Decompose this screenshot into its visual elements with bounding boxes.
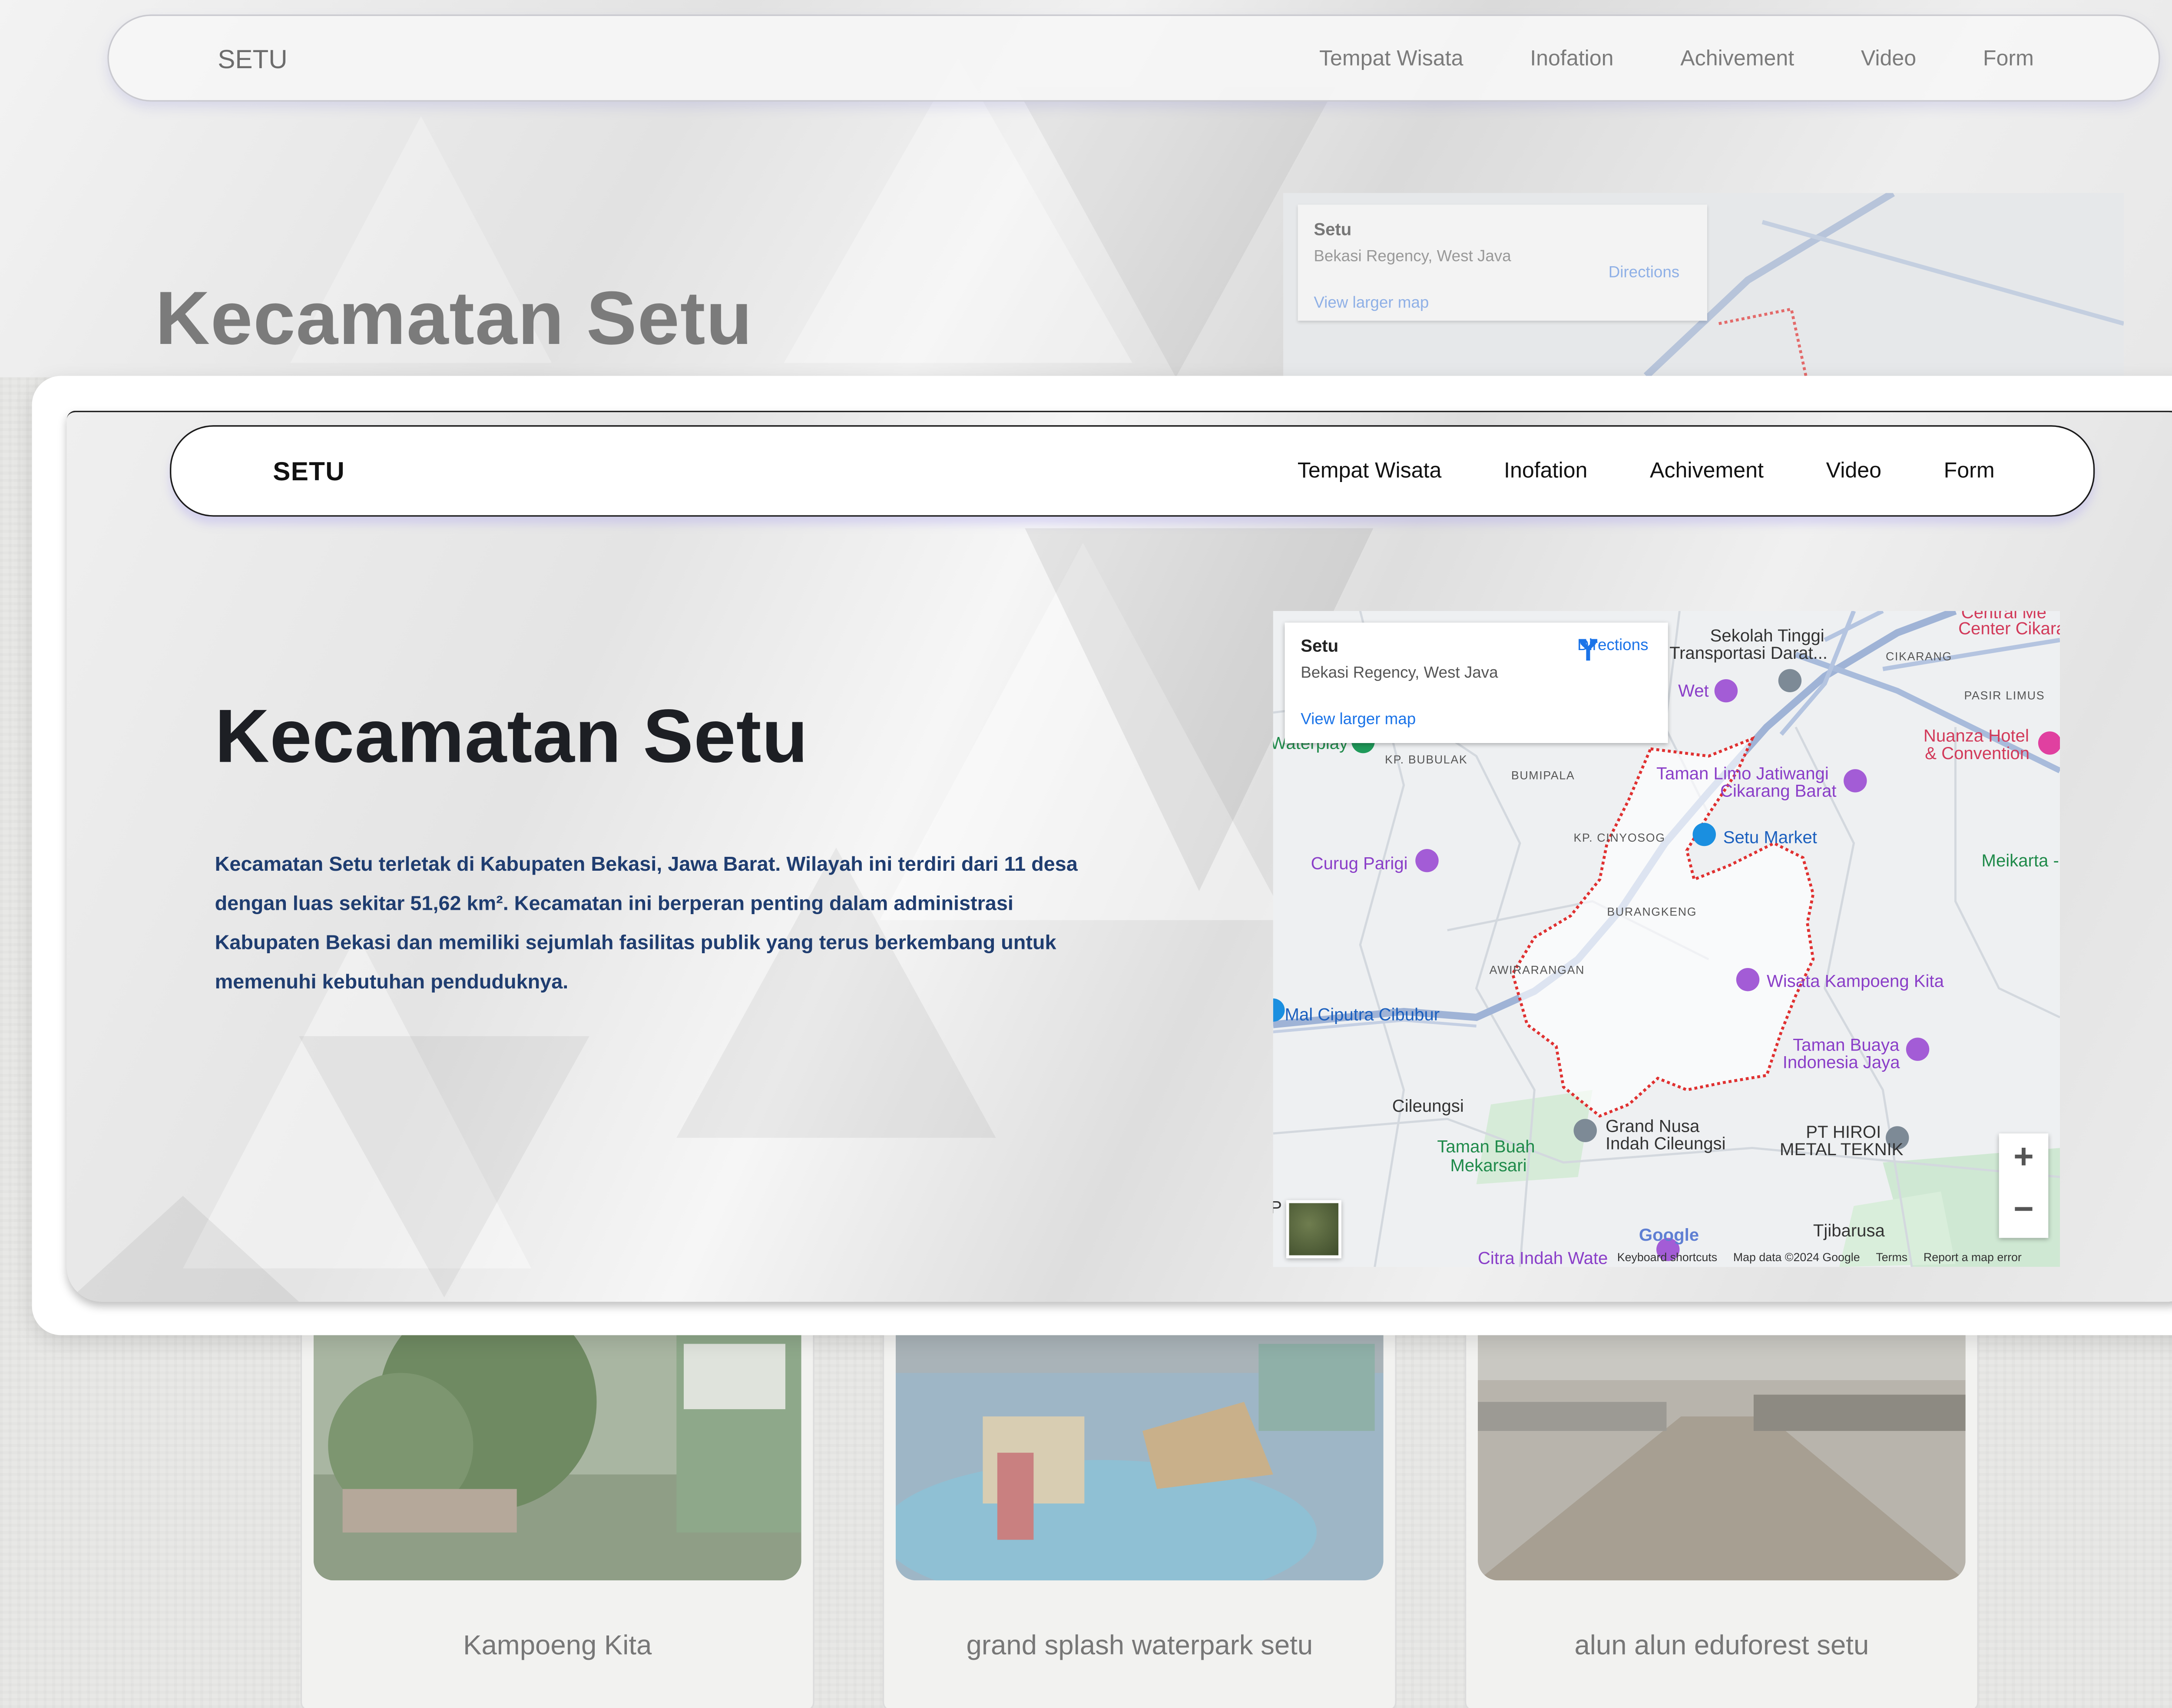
background-nav-achivement: Achivement: [1680, 46, 1795, 71]
map-label: Tjibarusa: [1813, 1220, 1885, 1241]
map-label: Curug Parigi: [1311, 853, 1408, 874]
background-nav-links: Tempat Wisata Inofation Achivement Video…: [1319, 46, 2034, 71]
card-grand-splash[interactable]: grand splash waterpark setu: [882, 1313, 1397, 1708]
map-label: Taman Buah: [1437, 1136, 1535, 1157]
page-description: Kecamatan Setu terletak di Kabupaten Bek…: [215, 852, 1078, 993]
card-caption: grand splash waterpark setu: [966, 1631, 1313, 1662]
background-map-larger-link: View larger map: [1314, 294, 1429, 312]
map-label: KP. BUBULAK: [1385, 753, 1468, 766]
terms-link[interactable]: Terms: [1876, 1251, 1907, 1264]
map-label: PASIR LIMUS: [1964, 689, 2045, 703]
zoom-out-button[interactable]: −: [1999, 1186, 2049, 1238]
map-label: Citra Indah Wate: [1477, 1248, 1608, 1267]
tourism-cards: Kampoeng Kita grand splash waterpark set…: [300, 1313, 1979, 1708]
card-caption: Kampoeng Kita: [463, 1631, 652, 1662]
nav-form[interactable]: Form: [1944, 459, 1995, 483]
map-label: BUMIPALA: [1511, 769, 1575, 783]
map-place-name: Setu: [1301, 635, 1339, 656]
map-label: Mekarsari: [1450, 1155, 1527, 1176]
map-label: Setu Market: [1723, 827, 1817, 848]
background-nav-inofation: Inofation: [1530, 46, 1614, 71]
background-nav-form: Form: [1983, 46, 2034, 71]
map-zoom-controls: + −: [1999, 1133, 2049, 1238]
card-kampoeng-kita[interactable]: Kampoeng Kita: [300, 1313, 814, 1708]
keyboard-shortcuts-link[interactable]: Keyboard shortcuts: [1617, 1251, 1717, 1264]
map-label: Mal Ciputra Cibubur: [1285, 1004, 1440, 1025]
site-logo[interactable]: SETU: [273, 457, 345, 488]
map-place-address: Bekasi Regency, West Java: [1301, 664, 1498, 682]
kampoeng-kita-photo: [313, 1315, 801, 1581]
background-map: Setu Bekasi Regency, West Java View larg…: [1283, 193, 2124, 376]
background-nav-tempat-wisata: Tempat Wisata: [1319, 46, 1463, 71]
card-alun-alun[interactable]: alun alun eduforest setu: [1464, 1313, 1979, 1708]
map-label: Transportasi Darat...: [1669, 643, 1828, 664]
map-label: AWIRARANGAN: [1489, 963, 1585, 977]
map-label: BURANGKENG: [1607, 905, 1697, 919]
background-page-title: Kecamatan Setu: [155, 277, 753, 362]
nav-tempat-wisata[interactable]: Tempat Wisata: [1298, 459, 1442, 483]
nav-achivement[interactable]: Achivement: [1650, 459, 1764, 483]
card-caption: alun alun eduforest setu: [1574, 1631, 1869, 1662]
map-info-card: Setu Bekasi Regency, West Java View larg…: [1285, 622, 1668, 743]
directions-icon: [1579, 639, 1597, 661]
map-label: CIKARANG: [1885, 650, 1953, 664]
map-label: Center Cikara: [1958, 618, 2060, 639]
map-label: METAL TEKNIK: [1780, 1139, 1904, 1160]
background-logo: SETU: [218, 45, 288, 74]
grand-splash-photo: [895, 1315, 1384, 1581]
map-label: & Convention: [1925, 743, 2030, 763]
nav-links: Tempat Wisata Inofation Achivement Video…: [1298, 459, 1995, 483]
view-larger-map-link[interactable]: View larger map: [1301, 711, 1416, 728]
background-nav-video: Video: [1861, 46, 1917, 71]
map-label: Wet: [1678, 681, 1709, 701]
google-logo: Google: [1639, 1225, 1699, 1245]
map-data-text: Map data ©2024 Google: [1733, 1251, 1860, 1264]
zoom-in-button[interactable]: +: [1999, 1133, 2049, 1186]
map-attribution: Keyboard shortcuts Map data ©2024 Google…: [1617, 1251, 2022, 1264]
navbar: SETU Tempat Wisata Inofation Achivement …: [169, 425, 2095, 517]
background-map-directions: Directions: [1608, 264, 1680, 282]
map-label: Meikarta -: [1981, 850, 2059, 871]
map-label: Indonesia Jaya: [1782, 1052, 1900, 1073]
report-error-link[interactable]: Report a map error: [1924, 1251, 2022, 1264]
nav-video[interactable]: Video: [1826, 459, 1881, 483]
map-label: Cikarang Barat: [1720, 780, 1837, 801]
map-label: P: [1273, 1197, 1282, 1218]
alun-alun-photo: [1477, 1315, 1966, 1581]
satellite-toggle[interactable]: [1286, 1200, 1341, 1259]
map-label: Wisata Kampoeng Kita: [1766, 971, 1944, 991]
directions-button[interactable]: Directions: [1575, 637, 1651, 661]
map-label: Cileungsi: [1392, 1096, 1464, 1116]
google-map[interactable]: Sekolah Tinggi Transportasi Darat... Cen…: [1273, 611, 2060, 1267]
map-label: Indah Cileungsi: [1606, 1133, 1726, 1154]
background-map-address: Bekasi Regency, West Java: [1314, 248, 1511, 266]
page-title: Kecamatan Setu: [215, 695, 808, 780]
background-navbar: SETU Tempat Wisata Inofation Achivement …: [107, 14, 2160, 102]
map-label: KP. CINYOSOG: [1573, 831, 1665, 845]
background-map-place: Setu: [1314, 219, 1352, 240]
nav-inofation[interactable]: Inofation: [1504, 459, 1587, 483]
